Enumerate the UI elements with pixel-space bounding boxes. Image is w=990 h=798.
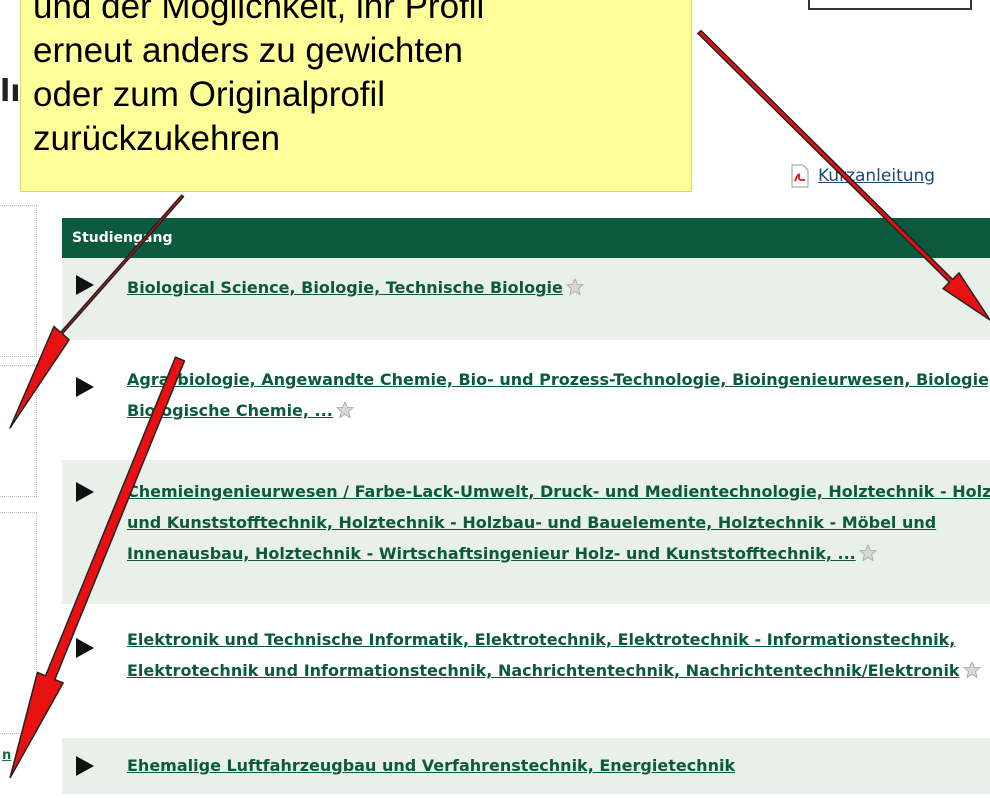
favorite-star-icon[interactable] [962, 661, 981, 679]
course-link[interactable]: Elektronik und Technische Informatik, El… [127, 630, 981, 680]
course-link[interactable]: Chemieingenieurwesen / Farbe-Lack-Umwelt… [127, 482, 990, 563]
table-row: Chemieingenieurwesen / Farbe-Lack-Umwelt… [62, 460, 990, 608]
course-link[interactable]: Agrarbiologie, Angewandte Chemie, Bio- u… [127, 370, 990, 420]
table-row: Biological Science, Biologie, Technische… [62, 258, 990, 344]
kurzanleitung-label: Kurzanleitung [818, 166, 936, 186]
table-row: Agrarbiologie, Angewandte Chemie, Bio- u… [62, 344, 990, 460]
column-header-studiengang: Studiengang [72, 230, 173, 246]
callout-text: und der Möglichkeit, ihr Profil erneut a… [33, 0, 485, 158]
top-right-box [808, 0, 972, 10]
pdf-icon [791, 164, 809, 188]
expand-arrow-icon[interactable] [76, 275, 94, 295]
favorite-star-icon[interactable] [565, 278, 584, 296]
table-row: Elektronik und Technische Informatik, El… [62, 608, 990, 738]
left-panel-box-2 [0, 365, 37, 497]
course-link[interactable]: Biological Science, Biologie, Technische… [127, 278, 584, 297]
expand-arrow-icon[interactable] [76, 756, 94, 776]
results-header: Studiengang [62, 218, 990, 258]
kurzanleitung-link[interactable]: Kurzanleitung [790, 164, 935, 188]
page-title: lı [0, 74, 21, 109]
course-link[interactable]: Ehemalige Luftfahrzeugbau und Verfahrens… [127, 756, 735, 775]
results-table: Studiengang Biological Science, Biologie… [62, 218, 990, 798]
table-row: Ehemalige Luftfahrzeugbau und Verfahrens… [62, 738, 990, 798]
left-panel-link[interactable]: n [2, 748, 11, 763]
left-panel-box-1 [0, 205, 37, 357]
left-panel-box-3 [0, 512, 37, 734]
favorite-star-icon[interactable] [858, 544, 877, 562]
expand-arrow-icon[interactable] [76, 482, 94, 502]
tutorial-callout: und der Möglichkeit, ihr Profil erneut a… [20, 0, 692, 192]
expand-arrow-icon[interactable] [76, 377, 94, 397]
favorite-star-icon[interactable] [335, 401, 354, 419]
expand-arrow-icon[interactable] [76, 638, 94, 658]
